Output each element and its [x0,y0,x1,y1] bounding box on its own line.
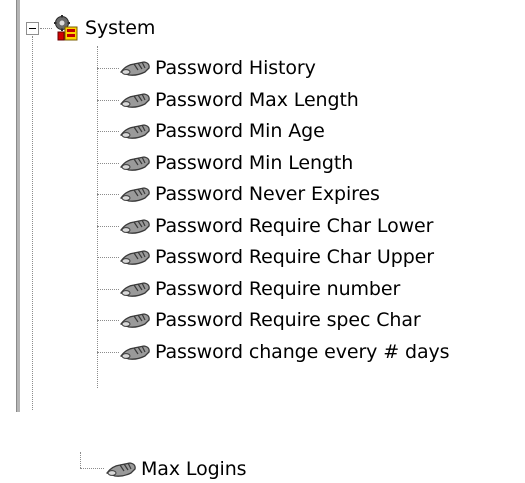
tree-connector-line [97,257,119,258]
tree-connector-line [97,352,119,353]
collapse-toggle[interactable] [26,22,39,35]
tree-node-label: Password Require number [155,278,401,300]
tree-node-label: Password change every # days [155,341,450,363]
key-icon [118,119,152,143]
tree-node-label: System [85,17,156,39]
tree-node-child[interactable]: Password Require Char Upper [118,242,434,272]
tree-node-child[interactable]: Password Min Length [118,148,353,178]
tree-connector-line [40,28,52,29]
tree-node-label: Password Max Length [155,89,359,111]
key-icon [118,340,152,364]
tree-node-child[interactable]: Password Min Age [118,116,325,146]
key-icon [118,56,152,80]
tree-node-child[interactable]: Password Require spec Char [118,305,421,335]
key-icon [118,308,152,332]
key-icon [118,151,152,175]
tree-connector-line [97,194,119,195]
key-icon [118,214,152,238]
key-icon [118,182,152,206]
tree-node-label: Password Never Expires [155,183,380,205]
tree-node-child[interactable]: Password Require Char Lower [118,211,433,241]
tree-connector-line [97,163,119,164]
key-icon [118,88,152,112]
system-icon [52,14,82,42]
tree-connector-line [97,226,119,227]
tree-node-system[interactable]: System [52,13,155,43]
tree-node-label: Password History [155,57,316,79]
key-icon [104,457,138,481]
tree-node-child[interactable]: Password change every # days [118,337,450,367]
tree-connector-line [32,36,33,410]
tree-node-child[interactable]: Password Require number [118,274,400,304]
tree-node-max-logins[interactable]: Max Logins [104,454,247,483]
tree-node-child[interactable]: Password Never Expires [118,179,380,209]
window-border [16,0,20,412]
tree-connector-line [80,468,104,469]
tree-node-child[interactable]: Password History [118,53,316,83]
tree-connector-line [97,131,119,132]
tree-view[interactable]: System Password History Password Max Leng… [0,0,525,483]
key-icon [118,245,152,269]
tree-node-label: Password Require spec Char [155,309,421,331]
tree-connector-line [97,46,98,388]
tree-connector-line [80,452,81,468]
tree-connector-line [97,100,119,101]
tree-node-label: Password Require Char Lower [155,215,434,237]
tree-connector-line [97,289,119,290]
tree-connector-line [97,68,119,69]
key-icon [118,277,152,301]
tree-node-label: Password Min Age [155,120,325,142]
tree-node-child[interactable]: Password Max Length [118,85,359,115]
tree-node-label: Password Require Char Upper [155,246,434,268]
tree-node-label: Max Logins [141,458,247,480]
tree-node-label: Password Min Length [155,152,354,174]
tree-connector-line [97,320,119,321]
